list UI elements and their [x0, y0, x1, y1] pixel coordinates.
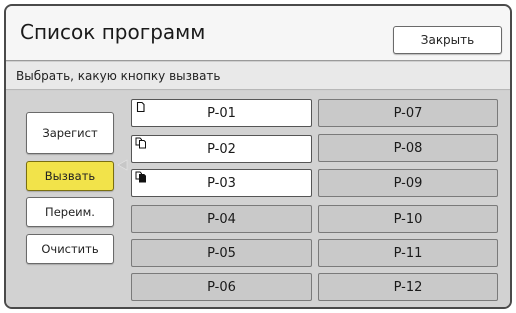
program-button-p05[interactable]: P-05	[131, 239, 312, 267]
register-button[interactable]: Зарегист	[26, 112, 114, 154]
program-button-p02[interactable]: P-02	[131, 135, 312, 163]
program-button-p11[interactable]: P-11	[318, 239, 498, 267]
close-button[interactable]: Закрыть	[393, 26, 502, 54]
instruction-text: Выбрать, какую кнопку вызвать	[16, 69, 221, 83]
left-arrow-icon	[117, 159, 128, 171]
program-label: P-03	[207, 175, 236, 191]
program-button-p04[interactable]: P-04	[131, 205, 312, 233]
call-button[interactable]: Вызвать	[26, 161, 114, 191]
page-title: Список программ	[20, 20, 206, 44]
instruction-bar: Выбрать, какую кнопку вызвать	[6, 62, 510, 90]
program-button-p03[interactable]: P-03	[131, 169, 312, 197]
program-button-p10[interactable]: P-10	[318, 205, 498, 233]
program-button-p06[interactable]: P-06	[131, 273, 312, 301]
program-button-p08[interactable]: P-08	[318, 134, 498, 162]
program-label: P-01	[207, 105, 236, 121]
program-label: P-02	[207, 141, 236, 157]
program-button-p12[interactable]: P-12	[318, 273, 498, 301]
content-area: Зарегист Вызвать Переим. Очистить P-01 P…	[6, 91, 510, 307]
program-button-p09[interactable]: P-09	[318, 169, 498, 197]
multi-page-icon	[135, 137, 146, 149]
clear-button[interactable]: Очистить	[26, 234, 114, 264]
program-list-window: Список программ Закрыть Выбрать, какую к…	[4, 4, 512, 309]
multi-page-filled-icon	[135, 171, 146, 183]
rename-button[interactable]: Переим.	[26, 197, 114, 227]
program-button-p01[interactable]: P-01	[131, 99, 312, 127]
header: Список программ Закрыть	[6, 6, 510, 61]
program-button-p07[interactable]: P-07	[318, 99, 498, 127]
single-page-icon	[136, 101, 145, 113]
